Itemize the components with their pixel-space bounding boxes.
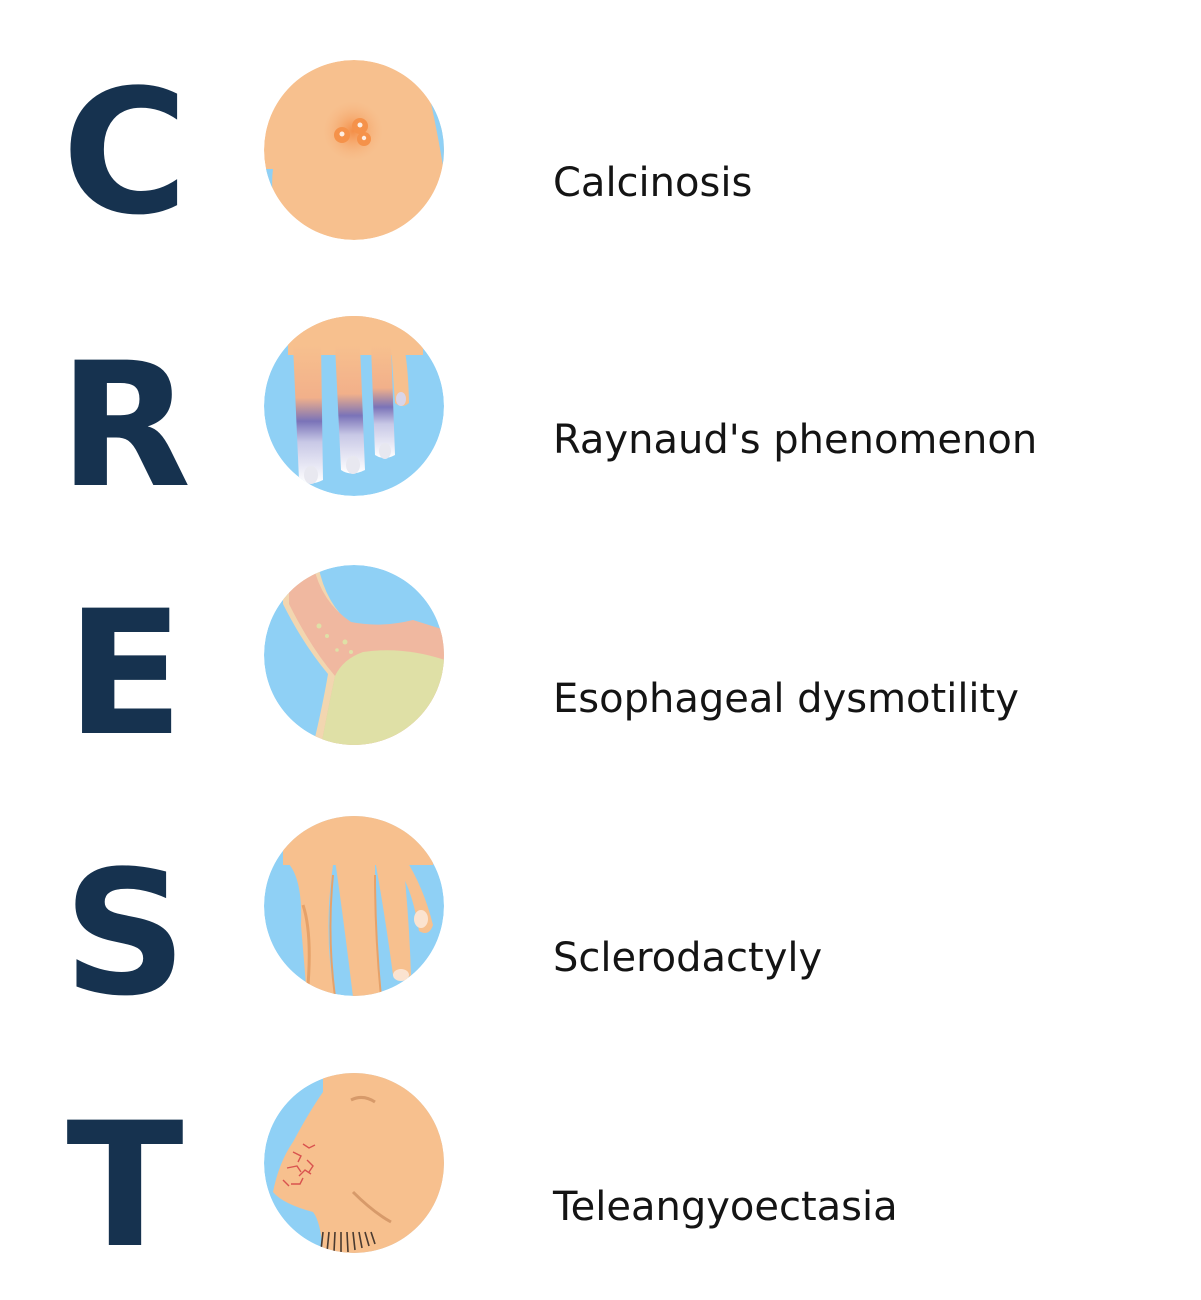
calcinosis-skin-icon (263, 59, 445, 241)
raynaud-fingers-icon (263, 315, 445, 497)
letter-t: T (66, 1085, 184, 1286)
telangiectasia-face-icon (263, 1072, 445, 1254)
letter-s: S (63, 833, 187, 1034)
term-esophageal-dysmotility: Esophageal dysmotility (553, 676, 1019, 722)
sclerodactyly-hand-icon (263, 815, 445, 997)
letter-r: R (58, 325, 192, 526)
crest-row-esophageal: E Esophageal dysmotility (0, 520, 1201, 760)
crest-row-telangiectasia: T Teleangyoectasia (0, 1040, 1201, 1280)
crest-row-sclerodactyly: S Sclerodactyly (0, 780, 1201, 1020)
term-raynauds-phenomenon: Raynaud's phenomenon (553, 417, 1038, 463)
term-calcinosis: Calcinosis (553, 160, 753, 206)
crest-row-raynaud: R Raynaud's phenomenon (0, 260, 1201, 512)
esophagus-stomach-icon (263, 564, 445, 746)
crest-row-calcinosis: C Calcinosis (0, 0, 1201, 240)
letter-e: E (66, 573, 184, 774)
term-teleangyoectasia: Teleangyoectasia (553, 1184, 898, 1230)
term-sclerodactyly: Sclerodactyly (553, 935, 823, 981)
letter-c: C (61, 52, 189, 253)
